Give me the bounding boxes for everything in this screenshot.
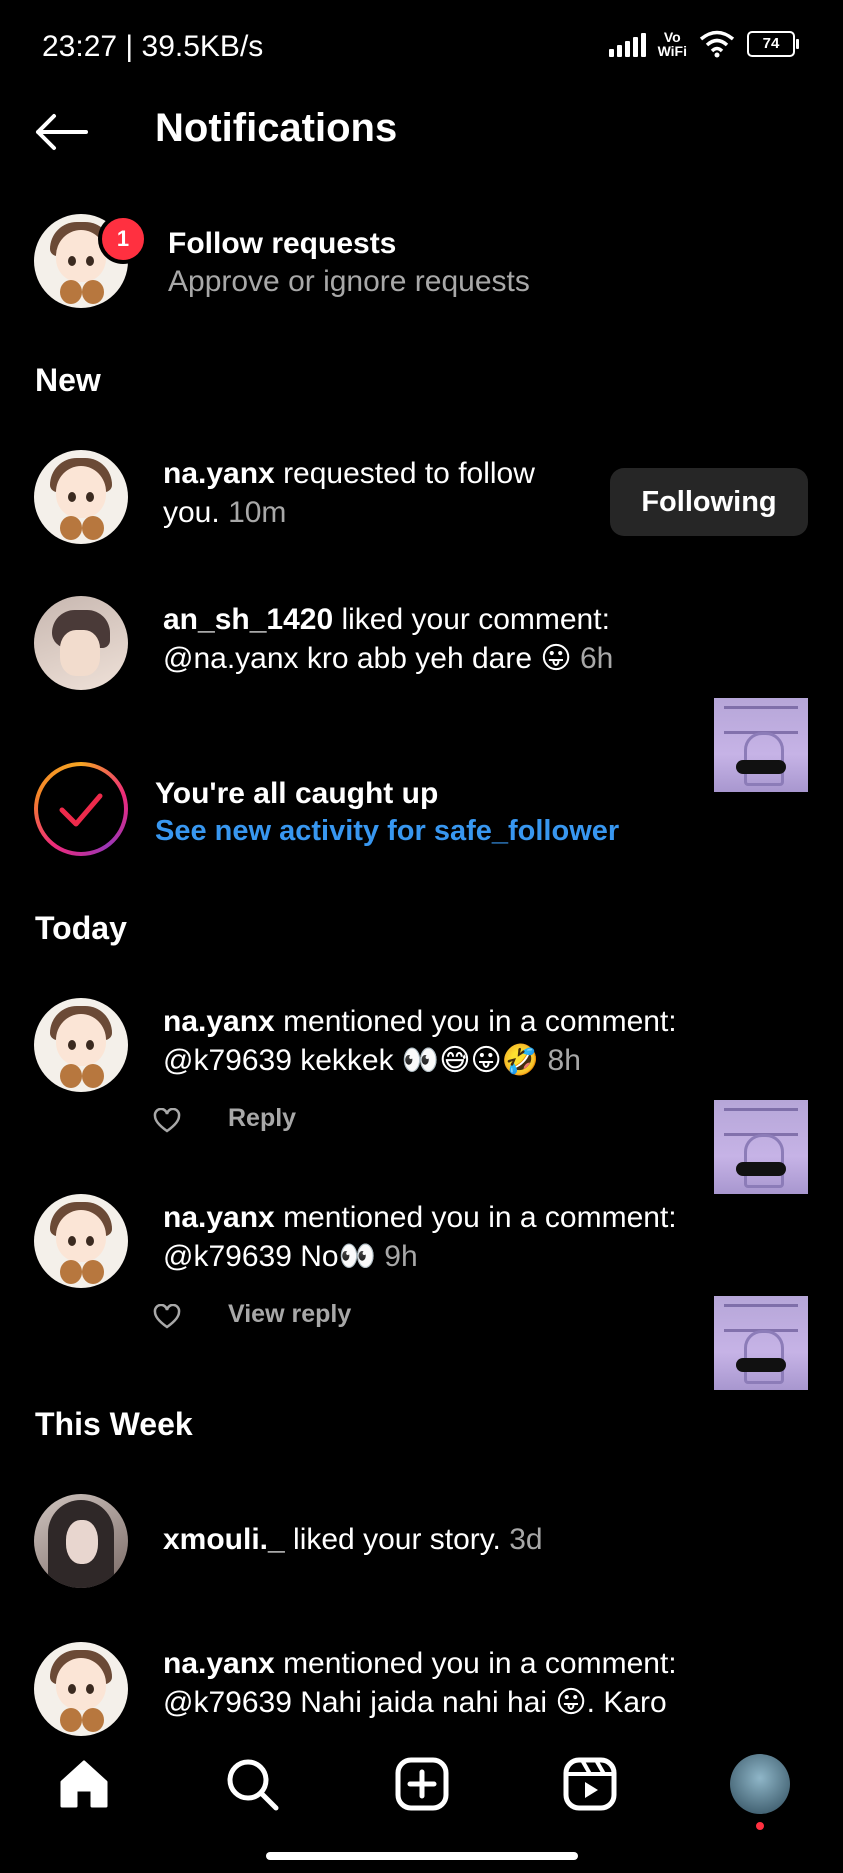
caught-up-title: You're all caught up bbox=[155, 777, 439, 810]
section-today: Today bbox=[35, 910, 127, 946]
section-this-week: This Week bbox=[35, 1406, 193, 1442]
following-button[interactable]: Following bbox=[610, 468, 808, 536]
avatar[interactable] bbox=[34, 1194, 128, 1288]
battery-icon: 74 bbox=[747, 31, 799, 57]
avatar[interactable] bbox=[34, 1494, 128, 1588]
list-item[interactable]: na.yanx mentioned you in a comment: @k79… bbox=[0, 996, 843, 1194]
profile-notification-dot bbox=[756, 1822, 764, 1830]
signal-icon bbox=[608, 31, 646, 57]
post-thumbnail[interactable] bbox=[714, 1100, 808, 1194]
checkmark-icon bbox=[59, 793, 103, 827]
follow-requests-subtitle: Approve or ignore requests bbox=[168, 265, 530, 298]
section-new: New bbox=[35, 362, 101, 398]
avatar[interactable] bbox=[34, 596, 128, 690]
post-thumbnail[interactable] bbox=[714, 1296, 808, 1390]
bottom-navigation bbox=[0, 1736, 843, 1846]
post-thumbnail[interactable] bbox=[714, 698, 808, 792]
caught-up-icon bbox=[34, 762, 128, 856]
notification-text: na.yanx mentioned you in a comment: @k79… bbox=[163, 1647, 677, 1719]
profile-avatar[interactable] bbox=[730, 1754, 790, 1814]
see-new-activity-link[interactable]: See new activity for safe_follower bbox=[155, 815, 619, 848]
list-item[interactable]: na.yanx mentioned you in a comment: @k79… bbox=[0, 1642, 843, 1736]
notification-count-badge: 1 bbox=[98, 214, 148, 264]
avatar[interactable] bbox=[34, 1642, 128, 1736]
heart-icon[interactable] bbox=[153, 1108, 181, 1134]
notification-text: na.yanx requested to follow you. 10m bbox=[163, 457, 535, 529]
notification-text: an_sh_1420 liked your comment: @na.yanx … bbox=[163, 603, 614, 675]
page-title: Notifications bbox=[155, 106, 398, 150]
follow-requests-title: Follow requests bbox=[168, 227, 397, 260]
back-arrow-icon[interactable] bbox=[34, 112, 88, 152]
status-icons: Vo WiFi 74 bbox=[608, 29, 799, 59]
notification-text: na.yanx mentioned you in a comment: @k79… bbox=[163, 1201, 677, 1273]
view-reply-button[interactable]: View reply bbox=[228, 1300, 351, 1329]
reply-button[interactable]: Reply bbox=[228, 1104, 296, 1133]
status-time-speed: 23:27 | 39.5KB/s bbox=[42, 30, 264, 63]
avatar[interactable] bbox=[34, 450, 128, 544]
list-item[interactable]: an_sh_1420 liked your comment: @na.yanx … bbox=[0, 594, 843, 792]
home-indicator[interactable] bbox=[266, 1852, 578, 1860]
reels-icon[interactable] bbox=[560, 1754, 620, 1814]
heart-icon[interactable] bbox=[153, 1304, 181, 1330]
list-item[interactable]: xmouli._ liked your story. 3d bbox=[0, 1494, 843, 1594]
search-icon[interactable] bbox=[222, 1754, 282, 1814]
home-icon[interactable] bbox=[54, 1754, 114, 1814]
vowifi-icon: Vo WiFi bbox=[657, 29, 687, 59]
create-icon[interactable] bbox=[392, 1754, 452, 1814]
notification-text: na.yanx mentioned you in a comment: @k79… bbox=[163, 1005, 677, 1077]
wifi-icon bbox=[699, 30, 735, 58]
avatar[interactable] bbox=[34, 998, 128, 1092]
notification-text: xmouli._ liked your story. 3d bbox=[163, 1523, 543, 1556]
list-item[interactable]: na.yanx mentioned you in a comment: @k79… bbox=[0, 1192, 843, 1390]
